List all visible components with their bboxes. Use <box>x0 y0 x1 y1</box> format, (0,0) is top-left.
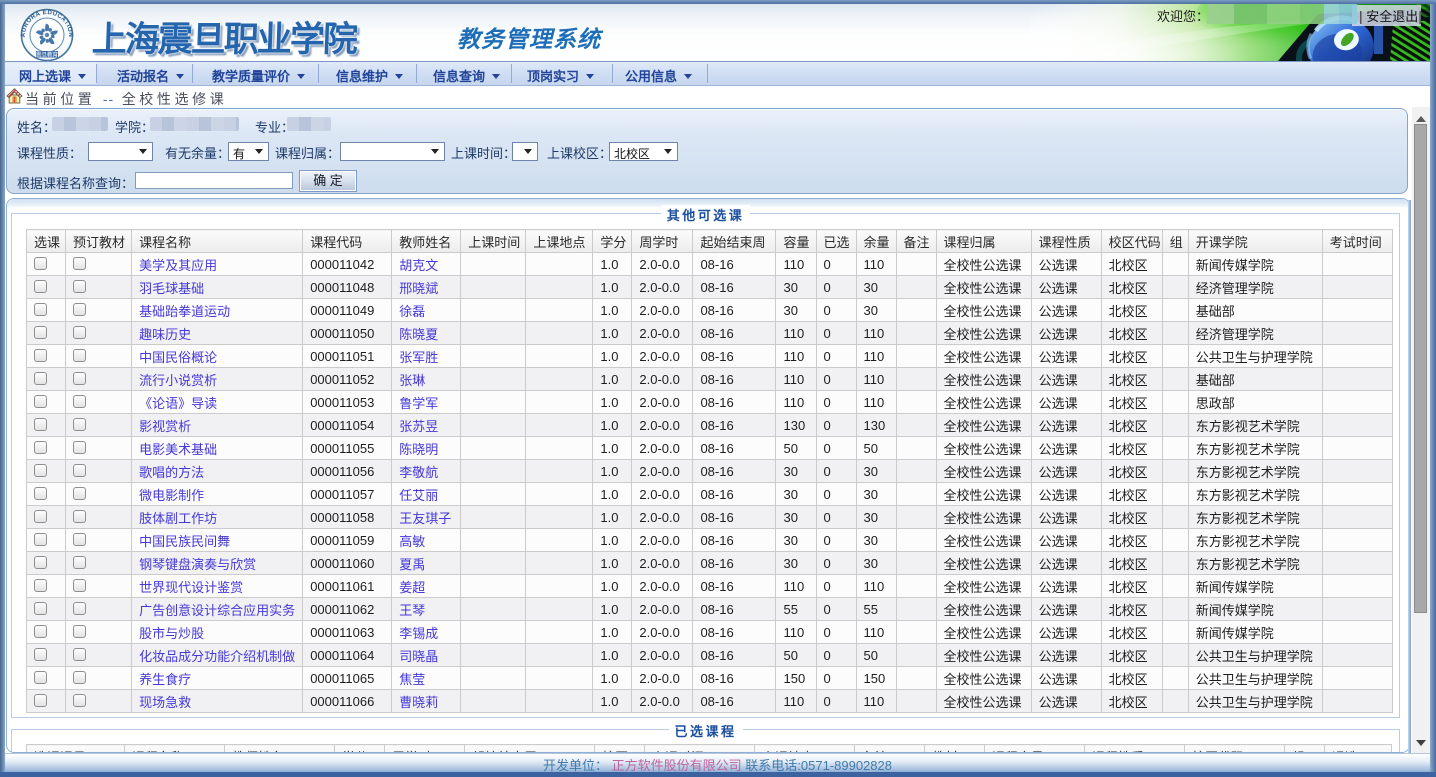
svg-text:震旦教育: 震旦教育 <box>36 51 59 59</box>
